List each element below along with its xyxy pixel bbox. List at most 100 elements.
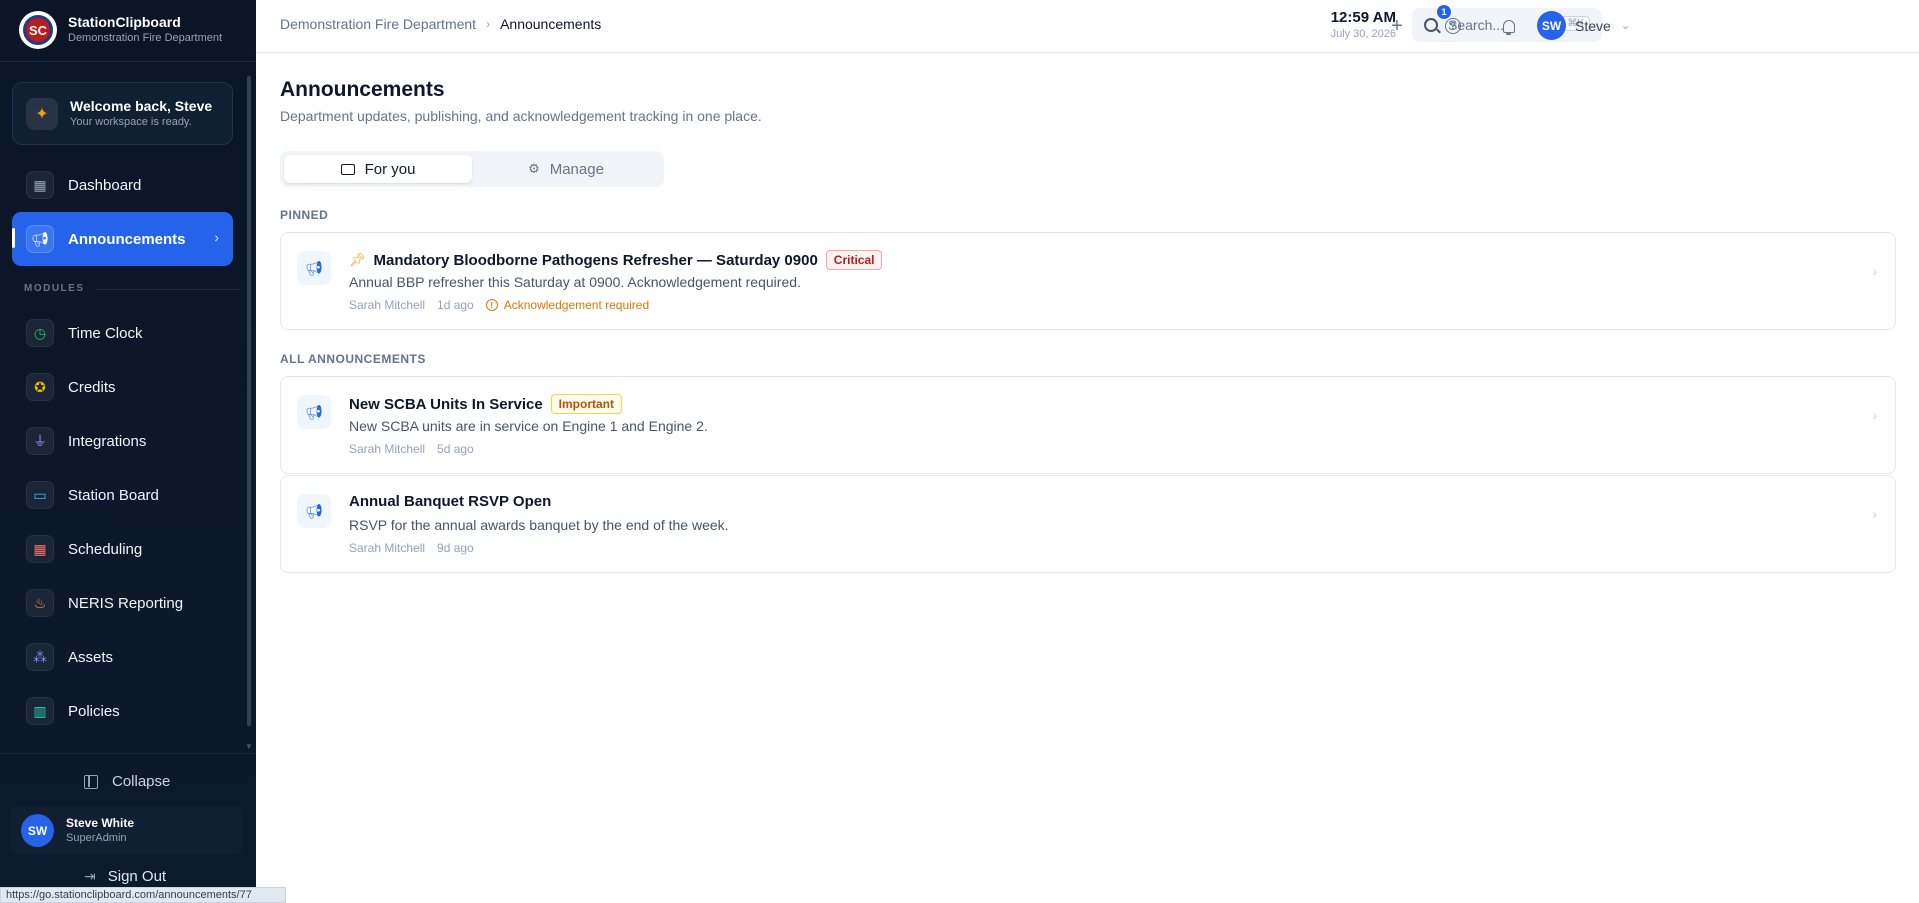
announcement-title: Mandatory Bloodborne Pathogens Refresher… [373,251,818,269]
profile-menu[interactable]: SW Steve ⌄ [1537,11,1630,40]
notification-count-badge: 1 [1437,5,1451,19]
collapse-button[interactable]: Collapse [84,773,170,790]
user-card[interactable]: SW Steve White SuperAdmin [10,806,243,855]
megaphone-icon: 📢︎ [297,494,331,528]
announcement-meta: Sarah Mitchell 5d ago [349,442,474,456]
sidebar-item-label: Announcements [68,230,186,248]
tab-for-you[interactable]: For you [284,155,472,183]
announcement-body: RSVP for the annual awards banquet by th… [349,517,729,533]
plus-icon: + [1391,14,1403,37]
sidebar-item-label: Integrations [68,432,147,450]
announcement-author: Sarah Mitchell [349,298,426,312]
breadcrumb-root-link[interactable]: Demonstration Fire Department [280,16,476,32]
announcement-time: 9d ago [437,541,474,555]
announcement-body: New SCBA units are in service on Engine … [349,418,708,434]
sidebar-item-label: Credits [68,378,116,396]
announcement-card[interactable]: 📢︎ Annual Banquet RSVP Open RSVP for the… [280,475,1896,573]
breadcrumb-current: Announcements [500,16,602,32]
inbox-icon [340,163,355,175]
grid-icon: ▦ [26,171,54,199]
welcome-subtitle: Your workspace is ready. [70,116,192,128]
user-name: Steve White [66,816,135,830]
boxes-icon: ⁂ [26,643,54,671]
sidebar-scrollbar[interactable] [247,76,251,726]
announcement-meta: Sarah Mitchell 1d ago ! Acknowledgement … [349,298,649,312]
sidebar-item-label: Time Clock [68,324,143,342]
bell-icon [1503,19,1515,35]
priority-badge: Important [550,394,623,414]
sidebar-item-credits[interactable]: ✪ Credits [12,360,233,414]
announcement-author: Sarah Mitchell [349,541,426,555]
sidebar-footer-divider [0,753,256,754]
panel-left-icon [84,774,98,789]
tab-label: For you [364,160,416,178]
megaphone-icon: 📢︎ [297,251,331,285]
chevron-right-icon: › [1872,506,1877,522]
announcement-time: 5d ago [437,442,474,456]
brand[interactable]: SC StationClipboard Demonstration Fire D… [19,11,222,49]
scroll-down-icon[interactable]: ▼ [245,742,253,751]
sidebar-item-policies[interactable]: ▥ Policies [12,684,233,738]
announcement-body: Annual BBP refresher this Saturday at 09… [349,274,801,290]
flame-icon: ♨ [26,589,54,617]
add-button[interactable]: + [1383,12,1411,40]
plug-icon: ⏚ [26,427,54,455]
sidebar-item-label: Policies [68,702,120,720]
announcement-card[interactable]: 📢︎ 📌︎ Mandatory Bloodborne Pathogens Ref… [280,232,1896,330]
sidebar-item-time-clock[interactable]: ◷ Time Clock [12,306,233,360]
view-tabs: For you ⚙ Manage [280,151,664,187]
modules-divider [95,289,240,290]
sidebar-item-announcements[interactable]: 📢︎ Announcements › [12,212,233,266]
sidebar-item-integrations[interactable]: ⏚ Integrations [12,414,233,468]
active-indicator [12,228,15,248]
sidebar-item-label: Scheduling [68,540,143,558]
top-header: Demonstration Fire Department › Announce… [256,0,1919,53]
welcome-card: ✦ Welcome back, Steve Your workspace is … [12,82,233,145]
profile-name: Steve [1575,17,1611,34]
user-role: SuperAdmin [66,832,127,844]
sidebar-item-assets[interactable]: ⁂ Assets [12,630,233,684]
avatar: SW [21,814,54,847]
sidebar-item-neris-reporting[interactable]: ♨ NERIS Reporting [12,576,233,630]
brand-text: StationClipboard Demonstration Fire Depa… [68,14,222,46]
tab-manage[interactable]: ⚙ Manage [472,155,660,183]
clock-time: 12:59 AM [1330,9,1396,26]
sparkles-icon: ✦ [26,97,58,130]
alert-circle-icon: ! [485,299,498,311]
sidebar-item-scheduling[interactable]: ▦ Scheduling [12,522,233,576]
notifications-button[interactable] [1495,12,1523,40]
priority-badge: Critical [825,250,883,270]
library-icon: ▥ [26,697,54,725]
sign-out-label: Sign Out [107,868,167,885]
sidebar-item-label: Station Board [68,486,159,504]
chevron-right-icon: › [1872,263,1877,279]
megaphone-icon: 📢︎ [26,225,54,253]
megaphone-icon: 📢︎ [297,395,331,429]
chevron-right-icon: › [1872,407,1877,423]
department-logo: SC [19,11,57,49]
award-icon: ✪ [26,373,54,401]
tab-label: Manage [549,160,604,178]
sidebar-item-dashboard[interactable]: ▦ Dashboard [12,158,233,212]
announcement-title: Annual Banquet RSVP Open [349,493,552,510]
chevron-right-icon: › [486,17,491,31]
sidebar-item-station-board[interactable]: ▭ Station Board [12,468,233,522]
page-subtitle: Department updates, publishing, and ackn… [280,108,762,124]
sign-out-button[interactable]: ⇥ Sign Out [84,868,166,885]
announcement-time: 1d ago [437,298,474,312]
status-bar-url: https://go.stationclipboard.com/announce… [0,887,286,903]
sliders-icon: ⚙ [528,161,540,176]
app-name: StationClipboard [68,14,181,30]
monitor-icon: ▭ [26,481,54,509]
sidebar: SC StationClipboard Demonstration Fire D… [0,0,256,903]
help-circle-icon: ? [1445,18,1461,34]
announcement-card[interactable]: 📢︎ New SCBA Units In Service Important N… [280,376,1896,474]
announcement-author: Sarah Mitchell [349,442,426,456]
sidebar-item-label: Dashboard [68,176,142,194]
page-title: Announcements [280,78,445,101]
log-out-icon: ⇥ [84,868,96,884]
clock-icon: ◷ [26,319,54,347]
sidebar-item-label: Assets [68,648,114,666]
sidebar-item-label: NERIS Reporting [68,594,184,612]
avatar: SW [1537,11,1566,40]
